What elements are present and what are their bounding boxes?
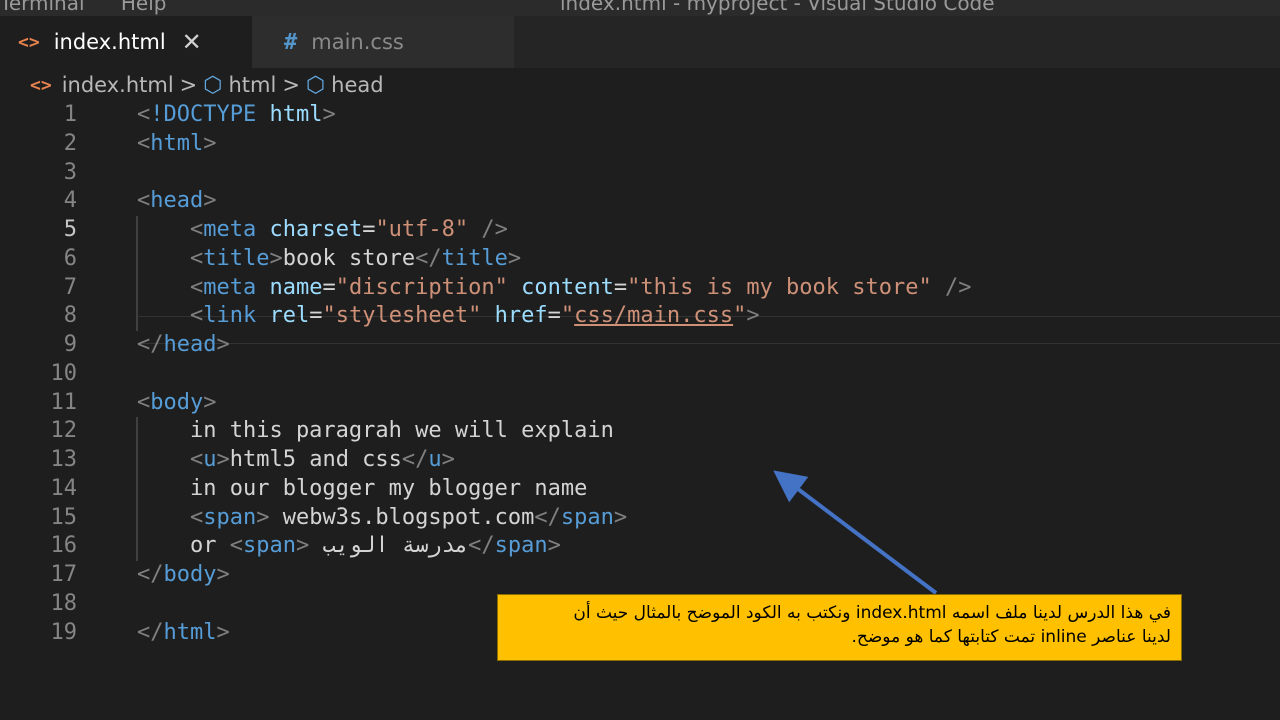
annotation-line: في هذا الدرس لدينا ملف اسمه index.html و… xyxy=(573,603,1171,623)
annotation-line: لدينا عناصر inline تمت كتابتها كما هو مو… xyxy=(851,627,1171,647)
annotation-callout: في هذا الدرس لدينا ملف اسمه index.html و… xyxy=(497,594,1182,661)
